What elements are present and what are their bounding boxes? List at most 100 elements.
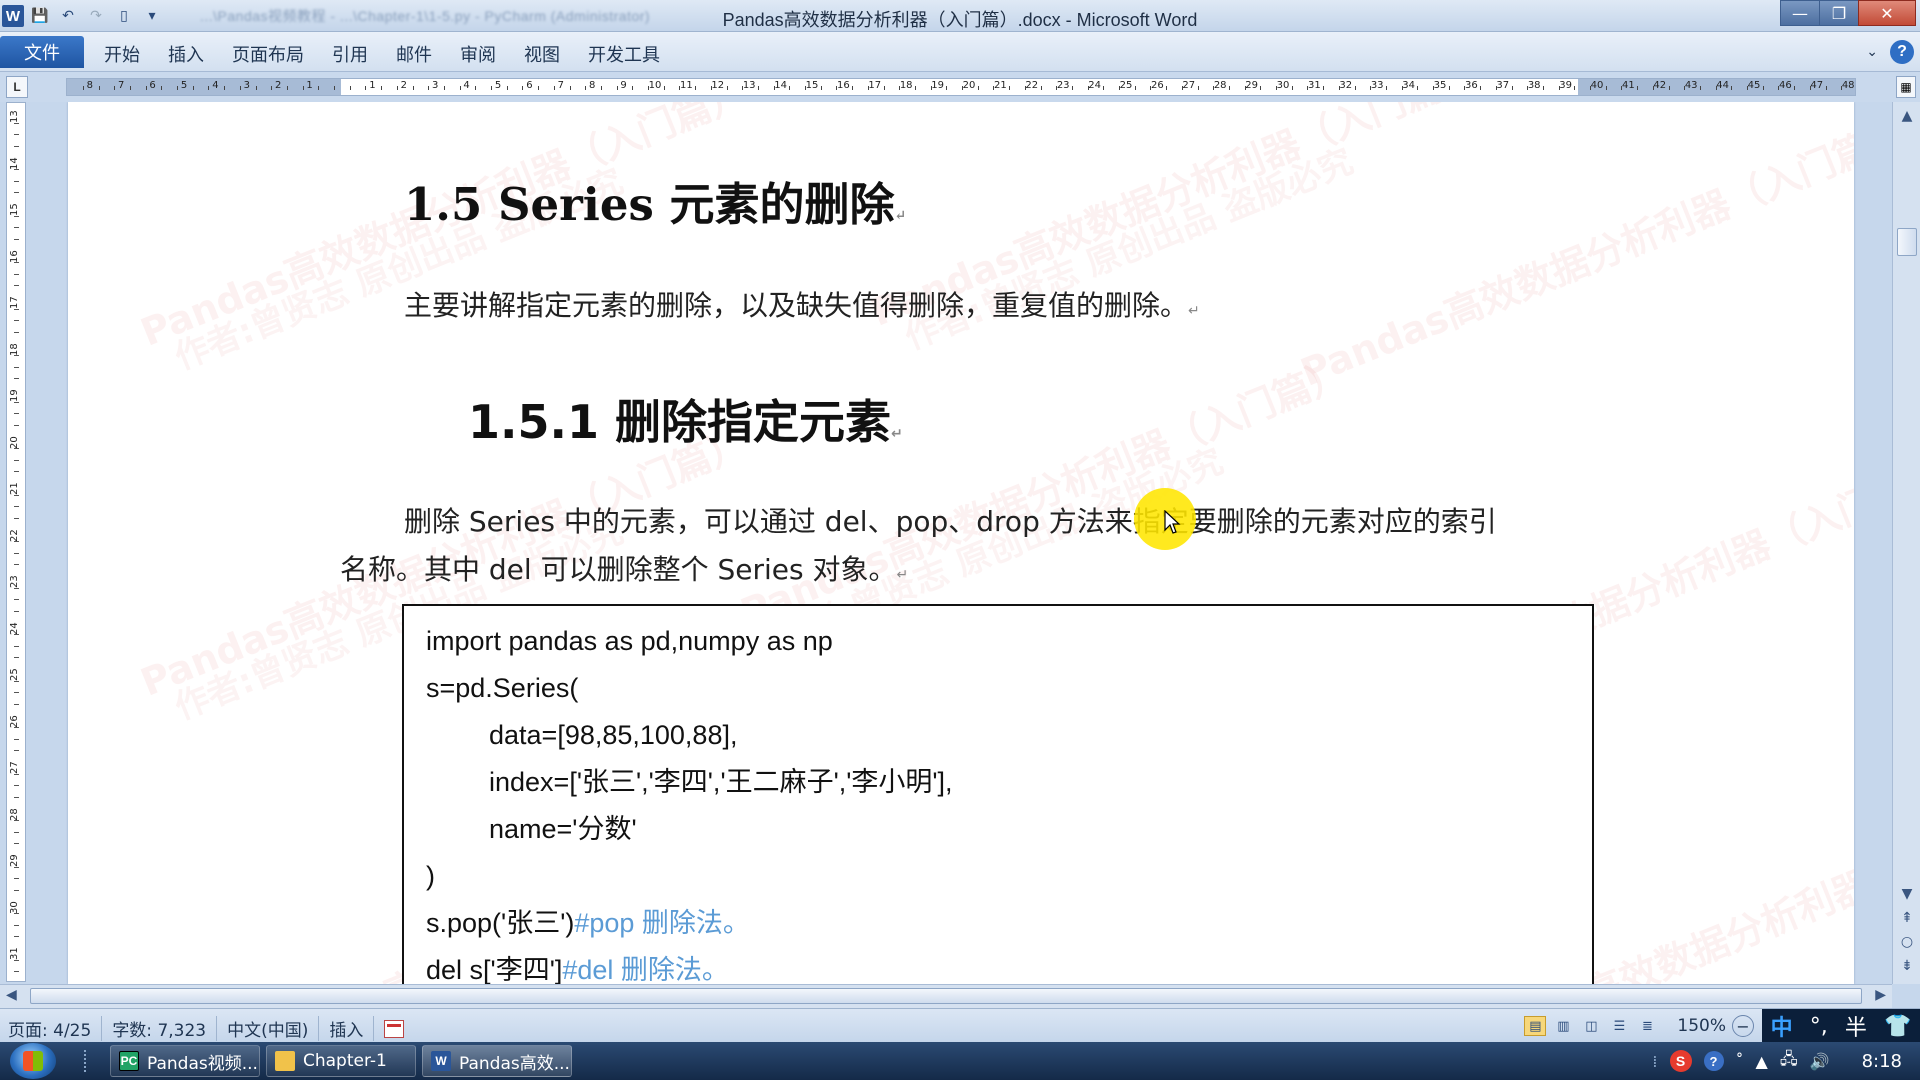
minimize-button[interactable]: — [1780, 0, 1820, 26]
code-box[interactable]: import pandas as pd,numpy as np s=pd.Ser… [402, 604, 1594, 984]
macro-record-icon[interactable] [384, 1019, 405, 1038]
tab-view[interactable]: 视图 [510, 41, 574, 67]
scroll-down-arrow-icon[interactable]: ▼ [1897, 886, 1917, 904]
restore-button[interactable]: ❐ [1819, 0, 1859, 26]
vruler-minor-tick [14, 878, 19, 880]
ime-punctuation[interactable]: °, [1810, 1014, 1828, 1039]
next-page-icon[interactable]: ⇟ [1897, 958, 1917, 976]
horizontal-scrollbar[interactable]: ◀ ▶ [0, 984, 1892, 1008]
horizontal-ruler[interactable]: 8 7 6 5 4 3 2 1 1 2 3 4 5 6 7 8 9 10 11 12 13 14 15 16 17 18 19 20 2… [66, 78, 1856, 96]
print-layout-view-icon[interactable]: ▤ [1524, 1016, 1547, 1036]
scroll-right-arrow-icon[interactable]: ▶ [1875, 987, 1886, 1003]
web-layout-icon[interactable]: ◫ [1580, 1016, 1602, 1036]
tab-home[interactable]: 开始 [90, 41, 154, 67]
zoom-out-icon[interactable]: − [1732, 1015, 1754, 1037]
vruler-tick-label: 18 [9, 342, 20, 356]
ruler-minor-tick [836, 86, 838, 90]
taskbar-item-pycharm[interactable]: PC Pandas视频... [110, 1045, 260, 1077]
ime-toolbar: 中 °, 半 👕 [1762, 1009, 1920, 1043]
heading-1[interactable]: 1.5 Series 元素的删除↵ [404, 168, 906, 233]
horizontal-scroll-thumb[interactable] [30, 988, 1862, 1004]
vruler-minor-tick [14, 820, 19, 822]
tab-insert[interactable]: 插入 [154, 41, 218, 67]
previous-page-icon[interactable]: ⇞ [1897, 910, 1917, 928]
tab-mailings[interactable]: 邮件 [382, 41, 446, 67]
ruler-tick-label: 13 [742, 80, 756, 91]
insert-mode[interactable]: 插入 [319, 1016, 375, 1041]
help-icon[interactable]: ? [1890, 40, 1914, 64]
tab-review[interactable]: 审阅 [446, 41, 510, 67]
taskbar-item-word[interactable]: W Pandas高效... [422, 1045, 572, 1077]
clock[interactable]: 8:18 [1862, 1051, 1902, 1072]
ruler-tick-label: 2 [400, 80, 407, 91]
ruler-minor-tick [867, 86, 869, 90]
ruler-minor-tick [491, 86, 493, 90]
intro-paragraph[interactable]: 主要讲解指定元素的删除，以及缺失值得删除，重复值的删除。↵ [404, 284, 1200, 324]
ruler-minor-tick [129, 86, 131, 90]
word-count[interactable]: 字数: 7,323 [102, 1016, 218, 1041]
scroll-left-arrow-icon[interactable]: ◀ [6, 987, 17, 1003]
ruler-tick-label: 12 [711, 80, 725, 91]
volume-icon[interactable]: 🔊 [1810, 1052, 1830, 1071]
ime-chinese-mode[interactable]: 中 [1771, 1010, 1793, 1042]
heading-2[interactable]: 1.5.1 删除指定元素↵ [468, 386, 903, 452]
ruler-minor-tick [946, 86, 948, 90]
outline-view-icon[interactable]: ☰ [1608, 1016, 1630, 1036]
page-count[interactable]: 页面: 4/25 [6, 1016, 103, 1041]
ruler-minor-tick [334, 86, 336, 90]
full-screen-reading-icon[interactable]: ▥ [1552, 1016, 1574, 1036]
tray-dot-icon[interactable]: ˚ [1736, 1052, 1744, 1071]
body-paragraph[interactable]: 删除 Series 中的元素，可以通过 del、pop、drop 方法来指定要删… [340, 498, 1670, 599]
new-document-icon[interactable]: ▯ [112, 5, 136, 27]
vruler-minor-tick [14, 773, 19, 775]
body-line: 删除 Series 中的元素，可以通过 del、pop、drop 方法来指定要删… [404, 505, 1497, 538]
ruler-minor-tick [522, 86, 524, 90]
sogou-ime-icon[interactable]: S [1669, 1050, 1692, 1072]
scroll-up-arrow-icon[interactable]: ▲ [1897, 108, 1917, 126]
ime-skin-icon[interactable]: 👕 [1884, 1014, 1911, 1039]
tab-references[interactable]: 引用 [318, 41, 382, 67]
vruler-minor-tick [14, 785, 19, 787]
ruler-tick-label: 23 [1056, 80, 1070, 91]
ruler-minor-tick [616, 86, 618, 90]
ruler-minor-tick [1338, 86, 1340, 90]
expand-ribbon-icon[interactable]: ⌄ [1866, 44, 1878, 60]
select-browse-object-icon[interactable]: ○ [1897, 934, 1917, 952]
ribbon-tabs: 开始 插入 页面布局 引用 邮件 审阅 视图 开发工具 [90, 41, 674, 67]
draft-view-icon[interactable]: ≣ [1636, 1016, 1658, 1036]
tab-developer[interactable]: 开发工具 [574, 41, 674, 67]
document-area: Pandas高效数据分析利器（入门篇） 作者:曾贤志 原创出品 盗版必究 Pan… [30, 102, 1892, 984]
save-icon[interactable]: 💾 [28, 5, 52, 27]
customize-qat-icon[interactable]: ▾ [140, 5, 164, 27]
ime-half-width[interactable]: 半 [1845, 1010, 1867, 1042]
word-app-icon[interactable]: W [2, 5, 24, 27]
tab-selector[interactable]: L [6, 76, 28, 98]
view-ruler-icon[interactable]: ▦ [1896, 76, 1916, 98]
status-left: 页面: 4/25 字数: 7,323 中文(中国) 插入 [6, 1016, 405, 1041]
language-indicator[interactable]: 中文(中国) [217, 1016, 320, 1041]
redo-icon[interactable]: ↷ [84, 5, 108, 27]
taskbar-item-folder[interactable]: Chapter-1 [266, 1045, 416, 1077]
vruler-minor-tick [14, 564, 19, 566]
ruler-tick-label: 34 [1402, 80, 1415, 91]
vertical-ruler[interactable]: 13 14 15 16 17 18 19 20 21 22 23 24 25 26 27 28 29 30 31 [6, 102, 26, 982]
undo-icon[interactable]: ↶ [56, 5, 80, 27]
code-line: del s['李四']#del 删除法。 [426, 947, 953, 984]
vruler-minor-tick [14, 517, 19, 519]
ruler-tick-label: 5 [180, 80, 188, 91]
vruler-tick-label: 28 [9, 807, 20, 821]
vruler-minor-tick [14, 215, 19, 217]
start-button[interactable] [10, 1043, 56, 1079]
network-icon[interactable]: 🖧 [1780, 1048, 1798, 1075]
document-page[interactable]: Pandas高效数据分析利器（入门篇） 作者:曾贤志 原创出品 盗版必究 Pan… [68, 102, 1854, 984]
tab-file[interactable]: 文件 [0, 36, 84, 68]
tab-page-layout[interactable]: 页面布局 [218, 41, 318, 67]
ruler-minor-tick [930, 86, 932, 90]
close-button[interactable]: ✕ [1858, 0, 1916, 26]
show-hidden-icons-icon[interactable]: ▲ [1756, 1052, 1768, 1071]
zoom-level[interactable]: 150% [1677, 1016, 1726, 1036]
vruler-minor-tick [14, 971, 19, 973]
vertical-scroll-thumb[interactable] [1897, 228, 1917, 256]
help-tray-icon[interactable]: ? [1703, 1051, 1724, 1071]
vertical-scrollbar[interactable]: ▲ ▼ ⇞ ○ ⇟ [1892, 102, 1920, 984]
